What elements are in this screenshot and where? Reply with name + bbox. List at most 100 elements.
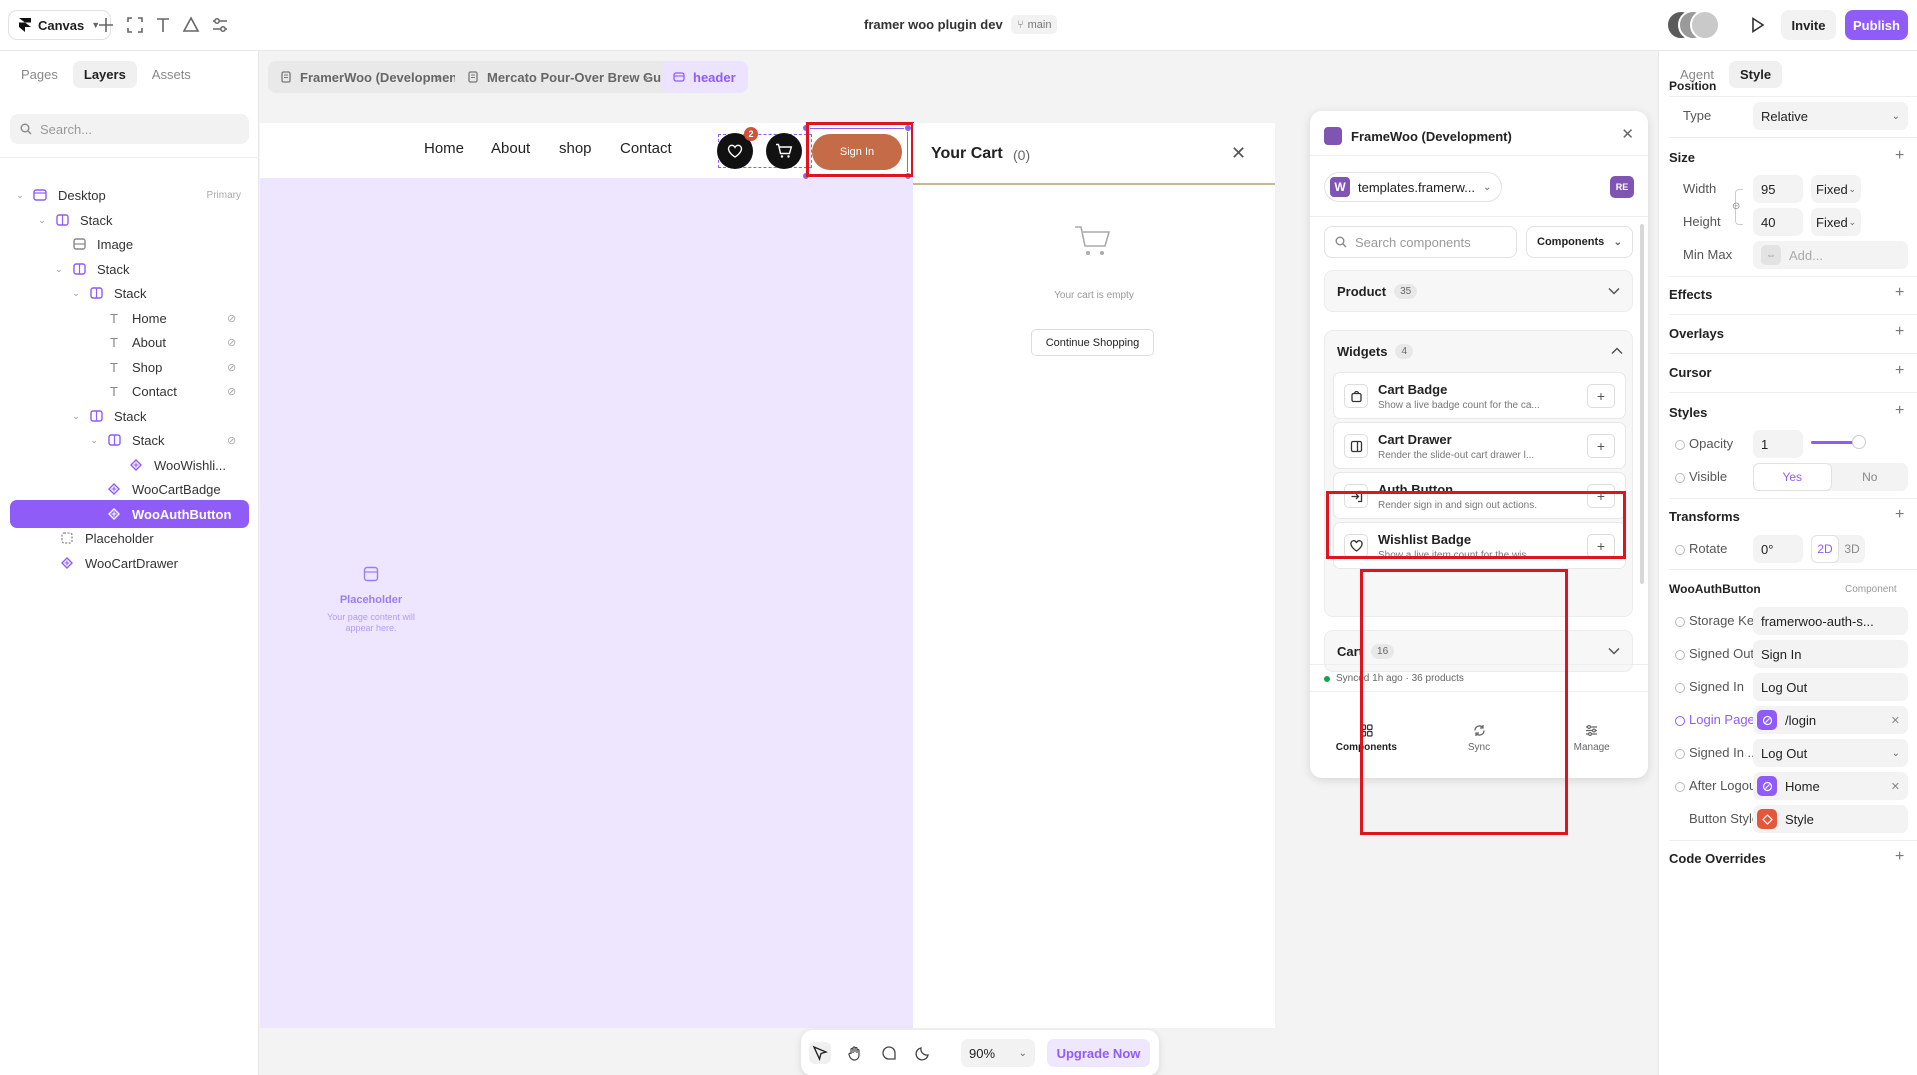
add-code-override-icon[interactable]: + — [1895, 848, 1904, 866]
prop-select-signed-in-link[interactable]: Log Out ⌄ — [1753, 739, 1908, 767]
add-style-icon[interactable]: + — [1895, 402, 1904, 420]
add-transform-icon[interactable]: + — [1895, 506, 1904, 524]
desktop-frame[interactable] — [260, 123, 913, 1028]
chevron-down-icon[interactable]: ⌄ — [88, 435, 100, 446]
mode-3d-option[interactable]: 3D — [1839, 535, 1865, 563]
close-icon[interactable]: ✕ — [1231, 143, 1246, 164]
widget-card-cart-drawer[interactable]: Cart Drawer Render the slide-out cart dr… — [1333, 422, 1626, 469]
width-input[interactable]: 95 — [1753, 175, 1803, 203]
mode-2d-option[interactable]: 2D — [1811, 535, 1839, 563]
tab-assets[interactable]: Assets — [141, 61, 202, 88]
hand-tool-icon[interactable] — [844, 1042, 866, 1064]
rotate-mode-toggle[interactable]: 2D 3D — [1811, 535, 1865, 563]
shopping-bag-icon — [1344, 384, 1368, 408]
layer-text-about[interactable]: T About ⊘ — [10, 328, 249, 356]
close-icon[interactable]: ✕ — [1621, 125, 1634, 143]
layer-image[interactable]: Image — [10, 230, 249, 258]
user-avatar[interactable]: RE — [1610, 176, 1634, 198]
effects-section-title: Effects — [1669, 287, 1713, 302]
prop-input-storage-key[interactable]: framerwoo-auth-s... — [1753, 607, 1908, 635]
chevron-down-icon[interactable]: ⌄ — [70, 288, 82, 299]
component-search-input[interactable]: Search components — [1324, 226, 1517, 258]
site-selector[interactable]: W templates.framerw... ⌄ — [1324, 172, 1503, 202]
pointer-tool-icon[interactable] — [809, 1042, 831, 1064]
rotate-input[interactable]: 0° — [1753, 535, 1803, 563]
position-type-select[interactable]: Relative ⌄ — [1753, 102, 1908, 130]
chevron-down-icon[interactable]: ⌄ — [36, 215, 48, 226]
add-cursor-icon[interactable]: + — [1895, 362, 1904, 380]
component-filter-select[interactable]: Components ⌄ — [1526, 226, 1633, 258]
layer-stack[interactable]: ⌄ Stack ⊘ — [10, 426, 249, 454]
publish-button[interactable]: Publish — [1845, 10, 1908, 40]
stack-icon — [54, 212, 70, 228]
widget-card-cart-badge[interactable]: Cart Badge Show a live badge count for t… — [1333, 372, 1626, 419]
layer-stack[interactable]: ⌄ Stack — [10, 279, 249, 307]
min-max-input[interactable]: ⇔ Add... — [1753, 241, 1908, 269]
frame-icon[interactable] — [125, 15, 145, 35]
breadcrumb-item[interactable]: FramerWoo (Development) — [268, 61, 478, 93]
prop-input-signed-in[interactable]: Log Out — [1753, 673, 1908, 701]
layer-text-contact[interactable]: T Contact ⊘ — [10, 377, 249, 405]
prop-input-button-style[interactable]: Style — [1753, 805, 1908, 833]
layer-placeholder[interactable]: Placeholder — [10, 524, 249, 552]
link-lock-icon[interactable]: ⊝ — [1732, 201, 1740, 212]
cart-drawer[interactable]: Your Cart (0) ✕ Your cart is empty Conti… — [913, 123, 1275, 1028]
category-count: 35 — [1394, 283, 1418, 299]
visible-yes-option[interactable]: Yes — [1753, 463, 1832, 491]
layer-woo-cart-drawer[interactable]: WooCartDrawer — [10, 549, 249, 577]
branch-badge[interactable]: ⑂ main — [1011, 15, 1058, 34]
add-widget-button[interactable]: + — [1587, 384, 1615, 408]
add-overlay-icon[interactable]: + — [1895, 323, 1904, 341]
add-widget-button[interactable]: + — [1587, 434, 1615, 458]
chevron-down-icon[interactable]: ⌄ — [14, 190, 26, 201]
height-mode-select[interactable]: Fixed ⌄ — [1811, 208, 1861, 236]
layers-search-input[interactable]: Search... — [10, 114, 249, 144]
settings-sliders-icon[interactable] — [210, 15, 230, 35]
category-product[interactable]: Product 35 — [1324, 270, 1633, 312]
add-icon[interactable] — [96, 15, 116, 35]
cart-button[interactable] — [766, 133, 802, 169]
prop-input-login-page[interactable]: /login ✕ — [1753, 706, 1908, 734]
layer-desktop[interactable]: ⌄ Desktop Primary — [10, 181, 249, 209]
divider — [0, 157, 259, 158]
category-header[interactable]: Widgets 4 — [1337, 344, 1414, 359]
nav-link-home[interactable]: Home — [424, 140, 464, 157]
dark-mode-moon-icon[interactable] — [912, 1042, 934, 1064]
prop-input-signed-out[interactable]: Sign In — [1753, 640, 1908, 668]
tab-pages[interactable]: Pages — [10, 61, 69, 88]
invite-button[interactable]: Invite — [1781, 10, 1836, 40]
breadcrumb-item-current[interactable]: header — [661, 61, 748, 93]
tab-style[interactable]: Style — [1728, 61, 1783, 88]
document-title[interactable]: framer woo plugin dev — [864, 17, 1003, 32]
height-input[interactable]: 40 — [1753, 208, 1803, 236]
visible-no-option[interactable]: No — [1832, 463, 1909, 491]
continue-shopping-button[interactable]: Continue Shopping — [1031, 329, 1154, 356]
collaborator-avatars[interactable] — [1666, 10, 1720, 40]
opacity-slider-knob[interactable] — [1852, 435, 1866, 449]
shape-tool-icon[interactable] — [181, 15, 201, 35]
clear-icon[interactable]: ✕ — [1891, 780, 1900, 793]
upgrade-now-button[interactable]: Upgrade Now — [1047, 1039, 1150, 1067]
chevron-down-icon[interactable]: ⌄ — [53, 264, 65, 275]
comment-tool-icon[interactable] — [878, 1042, 900, 1064]
add-size-icon[interactable]: + — [1895, 147, 1904, 165]
prop-input-after-logout[interactable]: Home ✕ — [1753, 772, 1908, 800]
add-effect-icon[interactable]: + — [1895, 284, 1904, 302]
text-tool-icon[interactable] — [153, 15, 173, 35]
visible-toggle[interactable]: Yes No — [1753, 463, 1908, 491]
scrollbar[interactable] — [1640, 224, 1644, 584]
zoom-select[interactable]: 90% ⌄ — [961, 1039, 1035, 1067]
chevron-up-icon[interactable] — [1611, 347, 1623, 355]
tab-layers[interactable]: Layers — [72, 61, 137, 88]
left-tabs: Pages Layers Assets — [10, 61, 202, 88]
chevron-down-icon[interactable]: ⌄ — [70, 411, 82, 422]
breadcrumb-item[interactable]: Mercato Pour-Over Brew Guide — [455, 61, 692, 93]
nav-link-contact[interactable]: Contact — [620, 140, 672, 157]
nav-link-about[interactable]: About — [491, 140, 530, 157]
opacity-input[interactable]: 1 — [1753, 430, 1803, 458]
nav-link-shop[interactable]: shop — [559, 140, 592, 157]
width-mode-select[interactable]: Fixed ⌄ — [1811, 175, 1861, 203]
clear-icon[interactable]: ✕ — [1891, 714, 1900, 727]
layer-woo-cart-badge[interactable]: WooCartBadge — [10, 475, 249, 503]
preview-play-button[interactable] — [1744, 11, 1772, 39]
